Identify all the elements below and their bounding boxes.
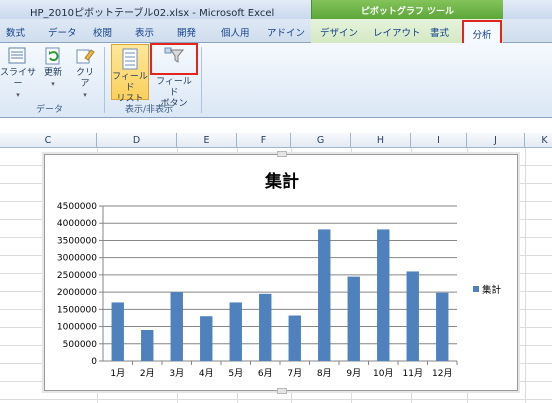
x-tick-label: 9月	[346, 368, 361, 379]
show-hide-group-label: 表示/非表示	[125, 105, 174, 115]
clear-button[interactable]: クリア ▾	[72, 46, 98, 101]
tab-developer[interactable]: 開発	[177, 25, 196, 39]
tab-analyze[interactable]: 分析	[462, 20, 502, 43]
refresh-icon	[45, 47, 60, 65]
tab-formulas[interactable]: 数式	[6, 25, 25, 39]
slicer-button[interactable]: スライサー ▾	[0, 46, 38, 101]
column-header-e[interactable]: E	[177, 133, 237, 148]
tab-data[interactable]: データ	[48, 25, 77, 39]
column-header-k[interactable]: K	[525, 133, 552, 148]
x-tick-label: 8月	[317, 368, 332, 379]
y-tick-label: 2500000	[57, 271, 97, 281]
tab-personal[interactable]: 個人用	[221, 25, 250, 39]
y-tick-label: 500000	[63, 340, 98, 350]
context-tab-title: ピボットグラフ ツール	[360, 7, 455, 17]
x-tick-label: 10月	[373, 368, 393, 379]
group-separator	[104, 47, 105, 113]
column-header-c[interactable]: C	[0, 133, 97, 148]
ribbon: スライサー ▾ 更新 ▾ クリア ▾ データ フィールド リスト フィールド ボ…	[0, 43, 552, 118]
column-header-i[interactable]: I	[411, 133, 467, 148]
x-tick-label: 7月	[287, 368, 302, 379]
x-tick-label: 2月	[140, 368, 155, 379]
y-tick-label: 0	[91, 357, 97, 367]
bar	[229, 302, 242, 361]
ribbon-tabs: 数式 データ 校閲 表示 開発 個人用 アドイン デザイン レイアウト 書式 分…	[0, 19, 552, 43]
x-tick-label: 1月	[110, 368, 125, 379]
y-tick-label: 4500000	[57, 202, 97, 212]
tab-view[interactable]: 表示	[135, 25, 154, 39]
y-tick-label: 4000000	[57, 219, 97, 229]
clear-icon	[76, 49, 95, 64]
tab-layout[interactable]: レイアウト	[373, 25, 421, 39]
column-header-g[interactable]: G	[291, 133, 351, 148]
chevron-down-icon: ▾	[16, 91, 20, 99]
field-button-label-1: フィールド	[156, 77, 192, 98]
pivotchart-tools-header: ピボットグラフ ツール	[311, 0, 503, 19]
excel-window: HP_2010ピボットテーブル02.xlsx - Microsoft Excel…	[0, 0, 552, 403]
tab-design[interactable]: デザイン	[320, 25, 358, 39]
y-tick-label: 2000000	[57, 288, 97, 298]
refresh-label: 更新	[43, 68, 62, 78]
legend-label: 集計	[482, 284, 502, 296]
x-tick-label: 4月	[199, 368, 214, 379]
chevron-down-icon: ▾	[83, 91, 87, 99]
y-tick-label: 3500000	[57, 236, 97, 246]
bar	[377, 229, 390, 361]
title-bar: HP_2010ピボットテーブル02.xlsx - Microsoft Excel…	[0, 0, 552, 19]
bar	[347, 276, 360, 361]
y-tick-label: 1000000	[57, 323, 97, 333]
field-list-label-1: フィールド	[112, 72, 148, 93]
y-tick-label: 3000000	[57, 254, 97, 264]
funnel-icon	[164, 47, 185, 63]
field-list-button[interactable]: フィールド リスト	[111, 44, 149, 104]
bar	[200, 316, 213, 361]
slicer-label: スライサー	[0, 68, 36, 89]
x-tick-label: 6月	[258, 368, 273, 379]
x-tick-label: 11月	[403, 368, 423, 379]
bar	[318, 229, 331, 361]
tab-review[interactable]: 校閲	[93, 25, 112, 39]
chevron-down-icon: ▾	[51, 80, 55, 88]
x-tick-label: 3月	[169, 368, 184, 379]
field-buttons-button[interactable]	[150, 43, 198, 75]
window-title: HP_2010ピボットテーブル02.xlsx - Microsoft Excel	[30, 8, 275, 19]
data-group-label: データ	[36, 105, 64, 115]
group-separator	[201, 47, 202, 113]
bar	[111, 302, 124, 361]
field-list-icon	[122, 48, 138, 70]
column-header-h[interactable]: H	[351, 133, 411, 148]
y-tick-label: 1500000	[57, 305, 97, 315]
bar	[406, 271, 419, 361]
bar	[259, 293, 272, 361]
bar	[436, 292, 449, 361]
bar	[170, 292, 183, 361]
tab-addins[interactable]: アドイン	[267, 25, 305, 39]
clear-label: クリア	[75, 68, 94, 89]
bar	[288, 315, 301, 361]
column-header-d[interactable]: D	[97, 133, 177, 148]
tab-format[interactable]: 書式	[430, 25, 449, 39]
column-header-f[interactable]: F	[237, 133, 291, 148]
refresh-button[interactable]: 更新 ▾	[40, 46, 66, 90]
gridline	[525, 148, 526, 403]
x-tick-label: 12月	[432, 368, 452, 379]
pivot-chart[interactable]: 集計 0 500000 1000000 1500000 2000000 2500000 30…	[44, 151, 518, 394]
column-header-j[interactable]: J	[467, 133, 525, 148]
slicer-icon	[8, 47, 26, 64]
column-headers: C D E F G H I J K	[0, 133, 552, 148]
chart-plot: 0 500000 1000000 1500000 2000000 2500000 30000…	[57, 202, 502, 379]
legend-swatch	[473, 286, 479, 292]
formula-bar-gap	[0, 118, 552, 133]
bar	[141, 330, 154, 361]
x-tick-label: 5月	[228, 368, 243, 379]
